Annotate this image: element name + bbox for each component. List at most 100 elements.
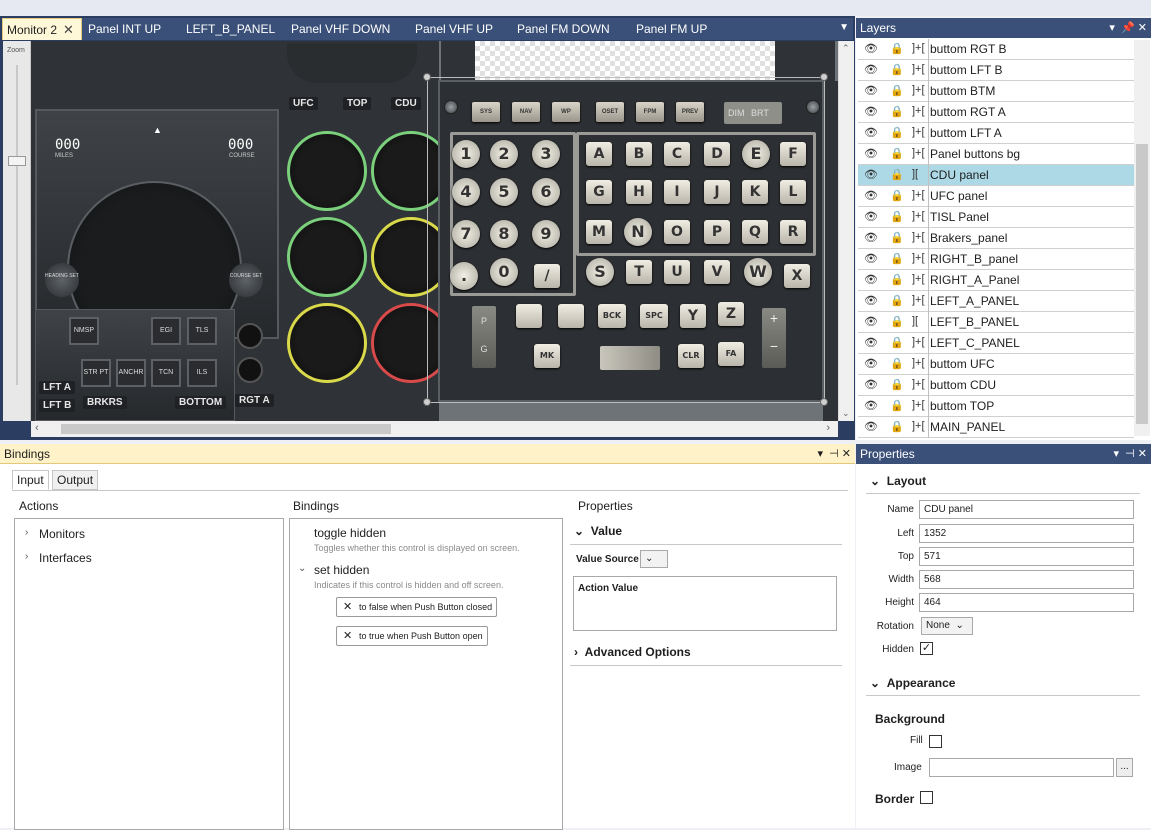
lock-icon[interactable]: 🔒 (890, 189, 904, 202)
panel-menu-icon[interactable]: ▾ (1113, 448, 1119, 460)
action-value-box[interactable]: Action Value (573, 576, 837, 631)
panel-menu-icon[interactable]: ▾ (1109, 22, 1115, 34)
link-icon[interactable]: ]+[ (912, 357, 925, 369)
chevron-down-icon[interactable]: ⌄ (870, 676, 880, 690)
lock-icon[interactable]: 🔒 (890, 105, 904, 118)
lock-icon[interactable]: 🔒 (890, 42, 904, 55)
eye-icon[interactable]: 👁 (864, 420, 878, 433)
lock-icon[interactable]: 🔒 (890, 231, 904, 244)
link-icon[interactable]: ]+[ (912, 420, 925, 432)
pin-icon[interactable]: ⊣ (1125, 448, 1135, 460)
eye-icon[interactable]: 👁 (864, 294, 878, 307)
eye-icon[interactable]: 👁 (864, 357, 878, 370)
zoom-thumb[interactable] (8, 156, 26, 166)
lock-icon[interactable]: 🔒 (890, 315, 904, 328)
course-set-knob[interactable]: COURSE SET (229, 263, 263, 297)
rgt-a-label[interactable]: RGT A (235, 394, 274, 407)
lock-icon[interactable]: 🔒 (890, 147, 904, 160)
width-field[interactable]: 568 (919, 570, 1134, 589)
eye-icon[interactable]: 👁 (864, 147, 878, 160)
lock-icon[interactable]: 🔒 (890, 126, 904, 139)
layer-row[interactable]: 👁 🔒]+[buttom TOP (858, 396, 1134, 417)
horizontal-scroll-thumb[interactable] (61, 424, 391, 434)
binding-chip-true[interactable]: ✕ to true when Push Button open (336, 626, 488, 646)
browse-button[interactable]: ... (1116, 758, 1133, 777)
bottom-label[interactable]: BOTTOM (175, 396, 227, 409)
hidden-checkbox[interactable]: ✓ (920, 642, 933, 655)
layers-scroll-thumb[interactable] (1136, 144, 1148, 424)
scroll-right-icon[interactable]: › (826, 422, 830, 434)
tab-panel-fm-down[interactable]: Panel FM DOWN (513, 18, 614, 40)
lock-icon[interactable]: 🔒 (890, 84, 904, 97)
tab-output[interactable]: Output (52, 470, 99, 490)
lock-icon[interactable]: 🔒 (890, 399, 904, 412)
resize-handle-bl[interactable] (423, 398, 431, 406)
top-label[interactable]: TOP (343, 97, 372, 110)
lock-icon[interactable]: 🔒 (890, 420, 904, 433)
remove-icon[interactable]: ✕ (343, 627, 352, 645)
link-icon[interactable]: ]+[ (912, 126, 925, 138)
close-icon[interactable]: ✕ (63, 22, 74, 37)
monitor-canvas[interactable]: ▲ 000 MILES 000 COURSE HEADING SET COURS… (3, 41, 838, 421)
layer-row[interactable]: 👁 🔒]+[UFC panel (858, 186, 1134, 207)
eye-icon[interactable]: 👁 (864, 189, 878, 202)
layer-row[interactable]: 👁 🔒]+[buttom RGT A (858, 102, 1134, 123)
remove-icon[interactable]: ✕ (343, 598, 352, 616)
link-icon[interactable]: ][ (912, 315, 918, 327)
link-icon[interactable]: ]+[ (912, 378, 925, 390)
link-icon[interactable]: ]+[ (912, 252, 925, 264)
layer-row[interactable]: 👁 🔒]+[Panel buttons bg (858, 144, 1134, 165)
tls-button[interactable]: TLS (187, 317, 217, 345)
egi-button[interactable]: EGI (151, 317, 181, 345)
name-field[interactable]: CDU panel (919, 500, 1134, 519)
link-icon[interactable]: ]+[ (912, 63, 925, 75)
brkrs-label[interactable]: BRKRS (83, 396, 127, 409)
tab-panel-vhf-up[interactable]: Panel VHF UP (411, 18, 497, 40)
nmsp-button[interactable]: NMSP (69, 317, 99, 345)
eye-icon[interactable]: 👁 (864, 231, 878, 244)
eye-icon[interactable]: 👁 (864, 63, 878, 76)
layers-scrollbar[interactable] (1134, 40, 1150, 436)
lock-icon[interactable]: 🔒 (890, 252, 904, 265)
tree-item-monitors[interactable]: › Monitors (25, 527, 85, 541)
link-icon[interactable]: ]+[ (912, 84, 925, 96)
height-field[interactable]: 464 (919, 593, 1134, 612)
chevron-right-icon[interactable]: › (25, 527, 28, 538)
image-field[interactable] (929, 758, 1114, 777)
resize-handle-tr[interactable] (820, 73, 828, 81)
link-icon[interactable]: ]+[ (912, 147, 925, 159)
close-icon[interactable]: ✕ (842, 448, 851, 460)
layer-row[interactable]: 👁 🔒]+[buttom BTM (858, 81, 1134, 102)
eye-icon[interactable]: 👁 (864, 315, 878, 328)
eye-icon[interactable]: 👁 (864, 399, 878, 412)
advanced-options-toggle[interactable]: › Advanced Options (574, 645, 691, 659)
lock-icon[interactable]: 🔒 (890, 378, 904, 391)
lock-icon[interactable]: 🔒 (890, 210, 904, 223)
value-section-toggle[interactable]: ⌄ Value (574, 524, 622, 538)
layout-section-toggle[interactable]: ⌄ Layout (870, 474, 926, 488)
lock-icon[interactable]: 🔒 (890, 273, 904, 286)
link-icon[interactable]: ]+[ (912, 273, 925, 285)
zoom-track[interactable] (16, 65, 18, 385)
eye-icon[interactable]: 👁 (864, 84, 878, 97)
eye-icon[interactable]: 👁 (864, 105, 878, 118)
eye-icon[interactable]: 👁 (864, 336, 878, 349)
tree-item-interfaces[interactable]: › Interfaces (25, 551, 92, 565)
binding-chip-false[interactable]: ✕ to false when Push Button closed (336, 597, 498, 617)
resize-handle-tl[interactable] (423, 73, 431, 81)
tab-input[interactable]: Input (12, 470, 49, 490)
link-icon[interactable]: ]+[ (912, 105, 925, 117)
layer-row[interactable]: 👁 🔒]+[MAIN_PANEL (858, 417, 1134, 438)
binding-set-hidden[interactable]: ⌄ set hidden (298, 563, 369, 577)
fill-checkbox[interactable] (929, 735, 942, 748)
heading-set-knob[interactable]: HEADING SET (45, 263, 79, 297)
chevron-down-icon[interactable]: ⌄ (574, 524, 584, 538)
canvas-vertical-scrollbar[interactable]: ⌃ ⌄ (838, 41, 854, 421)
layer-row[interactable]: 👁 🔒]+[RIGHT_A_Panel (858, 270, 1134, 291)
chevron-down-icon[interactable]: ⌄ (870, 474, 880, 488)
chevron-right-icon[interactable]: › (574, 645, 578, 659)
layer-row[interactable]: 👁 🔒]+[LEFT_C_PANEL (858, 333, 1134, 354)
left-field[interactable]: 1352 (919, 524, 1134, 543)
appearance-section-toggle[interactable]: ⌄ Appearance (870, 676, 955, 690)
close-icon[interactable]: ✕ (1138, 22, 1147, 34)
